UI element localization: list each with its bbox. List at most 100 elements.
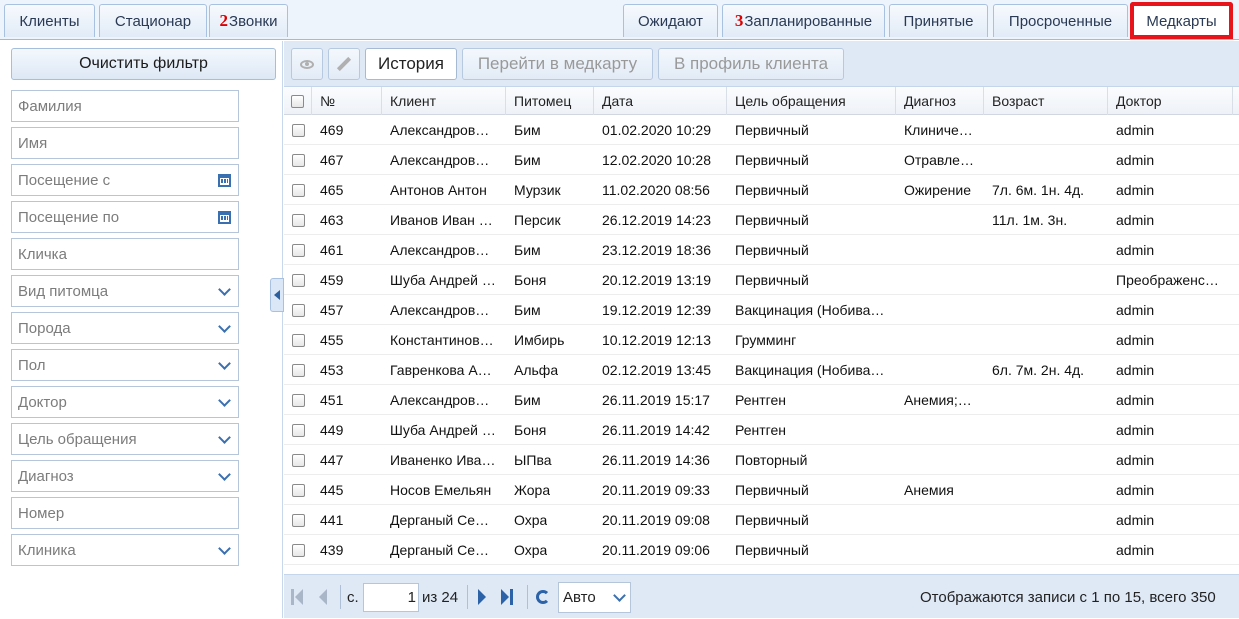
cell-text: 463 [320, 212, 344, 228]
page-size-select[interactable]: Авто [558, 582, 631, 613]
last-page-button[interactable] [501, 575, 513, 619]
chevron-down-icon[interactable] [210, 467, 238, 481]
collapse-panel-handle[interactable] [270, 278, 284, 312]
filter-select[interactable]: Пол [11, 349, 239, 381]
table-row[interactable]: 445 Носов Емельян Жора 20.11.2019 09:33 Перв… [284, 475, 1239, 505]
edit-button[interactable] [328, 48, 360, 80]
filter-select[interactable]: Вид питомца [11, 275, 239, 307]
table-row[interactable]: 453 Гавренкова А… Альфа 02.12.2019 13:45 Вак… [284, 355, 1239, 385]
cell-text: 439 [320, 542, 344, 558]
table-row[interactable]: 457 Александров… Бим 19.12.2019 12:39 Вакцин… [284, 295, 1239, 325]
table-cell: Первичный [727, 535, 896, 565]
table-row[interactable]: 459 Шуба Андрей … Боня 20.12.2019 13:19 Перв… [284, 265, 1239, 295]
select-all-checkbox[interactable] [291, 94, 304, 108]
tab-4-tabs_right[interactable]: Просроченные [993, 4, 1128, 37]
table-cell: Бим [506, 385, 594, 415]
open-medcard-button[interactable]: Перейти в медкарту [462, 48, 653, 80]
column-header[interactable]: Цель обращения [727, 87, 896, 115]
table-row[interactable]: 465 Антонов Антон Мурзик 11.02.2020 08:56 Пе… [284, 175, 1239, 205]
filter-input[interactable]: Кличка [11, 238, 239, 270]
table-row[interactable]: 455 Константинов… Имбирь 10.12.2019 12:13 Гр… [284, 325, 1239, 355]
refresh-button[interactable] [536, 575, 550, 619]
row-checkbox[interactable] [291, 303, 305, 317]
table-row[interactable]: 447 Иваненко Ива… ЫПва 26.11.2019 14:36 Повт… [284, 445, 1239, 475]
filter-input[interactable]: Имя [11, 127, 239, 159]
row-checkbox[interactable] [291, 513, 305, 527]
column-header[interactable]: Дата [594, 87, 727, 115]
column-header[interactable]: Питомец [506, 87, 594, 115]
tab-1-tabs_left[interactable]: Клиенты [4, 4, 95, 37]
cell-text: admin [1116, 392, 1155, 408]
next-page-button[interactable] [478, 575, 486, 619]
tab-3-tabs_left[interactable]: 2 Звонки [209, 4, 288, 37]
tab-3-tabs_right[interactable]: Принятые [889, 4, 988, 37]
chevron-down-icon[interactable] [210, 541, 238, 555]
page-number-input[interactable]: 1 [363, 583, 419, 612]
filter-input[interactable]: Фамилия [11, 90, 239, 122]
tab-2-tabs_right[interactable]: 3 Запланированные [722, 4, 885, 37]
row-checkbox[interactable] [291, 183, 305, 197]
view-button[interactable] [291, 48, 323, 80]
row-checkbox[interactable] [291, 273, 305, 287]
chevron-down-icon[interactable] [210, 393, 238, 407]
chevron-down-icon[interactable] [210, 282, 238, 296]
history-button[interactable]: История [365, 48, 457, 80]
filter-input[interactable]: Посещение по [11, 201, 239, 233]
table-cell: admin [1108, 295, 1233, 325]
filter-input[interactable]: Посещение с [11, 164, 239, 196]
row-checkbox[interactable] [291, 153, 305, 167]
row-checkbox[interactable] [291, 123, 305, 137]
clear-filter-button[interactable]: Очистить фильтр [11, 48, 276, 80]
table-row[interactable]: 441 Дерганый Се… Охра 20.11.2019 09:08 Перви… [284, 505, 1239, 535]
column-header[interactable]: Клиент [382, 87, 506, 115]
filter-select[interactable]: Диагноз [11, 460, 239, 492]
table-cell: admin [1108, 355, 1233, 385]
filter-select[interactable]: Цель обращения [11, 423, 239, 455]
tab-label: Ожидают [638, 12, 703, 30]
client-profile-button[interactable]: В профиль клиента [658, 48, 844, 80]
tab-5-tabs_right[interactable]: Медкарты [1130, 2, 1233, 39]
chevron-down-icon[interactable] [210, 356, 238, 370]
calendar-icon[interactable] [210, 173, 238, 187]
filter-select[interactable]: Клиника [11, 534, 239, 566]
table-row[interactable]: 461 Александров… Бим 23.12.2019 18:36 Первич… [284, 235, 1239, 265]
calendar-icon[interactable] [210, 210, 238, 224]
tab-1-tabs_right[interactable]: Ожидают [623, 4, 718, 37]
row-checkbox[interactable] [291, 333, 305, 347]
column-header[interactable]: Возраст [984, 87, 1108, 115]
cell-text: 457 [320, 302, 344, 318]
filter-placeholder: Цель обращения [18, 430, 137, 448]
row-checkbox[interactable] [291, 363, 305, 377]
filter-placeholder: Посещение с [18, 171, 111, 189]
table-row[interactable]: 469 Александров… Бим 01.02.2020 10:29 Первич… [284, 115, 1239, 145]
table-cell [896, 295, 984, 325]
table-row[interactable]: 449 Шуба Андрей … Боня 26.11.2019 14:42 Рент… [284, 415, 1239, 445]
first-page-button[interactable] [291, 575, 303, 619]
row-checkbox[interactable] [291, 213, 305, 227]
filter-select[interactable]: Порода [11, 312, 239, 344]
table-cell: 23.12.2019 18:36 [594, 235, 727, 265]
prev-page-button[interactable] [319, 575, 327, 619]
cell-text: Первичный [735, 512, 809, 528]
filter-select[interactable]: Доктор [11, 386, 239, 418]
row-checkbox[interactable] [291, 423, 305, 437]
filter-input[interactable]: Номер [11, 497, 239, 529]
row-checkbox[interactable] [291, 243, 305, 257]
table-row[interactable]: 467 Александров… Бим 12.02.2020 10:28 Первич… [284, 145, 1239, 175]
column-header[interactable]: Диагноз [896, 87, 984, 115]
table-row[interactable]: 463 Иванов Иван … Персик 26.12.2019 14:23 Пе… [284, 205, 1239, 235]
row-checkbox[interactable] [291, 453, 305, 467]
row-checkbox[interactable] [291, 543, 305, 557]
cell-text: Александров… [390, 152, 490, 168]
chevron-down-icon[interactable] [210, 319, 238, 333]
row-checkbox[interactable] [291, 483, 305, 497]
row-checkbox[interactable] [291, 393, 305, 407]
table-row[interactable]: 439 Дерганый Се… Охра 20.11.2019 09:06 Перви… [284, 535, 1239, 565]
tab-2-tabs_left[interactable]: Стационар [99, 4, 207, 37]
chevron-down-icon[interactable] [210, 430, 238, 444]
column-header[interactable]: Доктор [1108, 87, 1233, 115]
tab-badge-number: 2 [219, 11, 229, 30]
column-header[interactable]: № [312, 87, 382, 115]
table-row[interactable]: 451 Александров… Бим 26.11.2019 15:17 Рентге… [284, 385, 1239, 415]
refresh-icon [536, 590, 550, 604]
